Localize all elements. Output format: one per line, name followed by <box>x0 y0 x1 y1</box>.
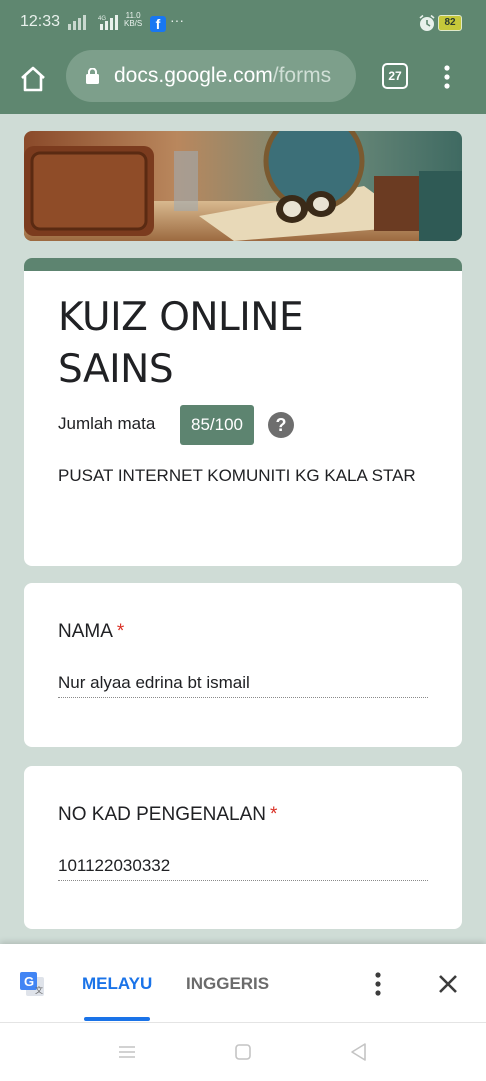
card-accent-bar <box>24 258 462 271</box>
lock-icon <box>86 68 99 84</box>
signal-4g-icon: 4G <box>98 15 118 30</box>
home-icon[interactable] <box>18 64 48 94</box>
google-translate-icon: G 文 <box>20 972 44 996</box>
form-description: PUSAT INTERNET KOMUNITI KG KALA STAR <box>58 466 416 485</box>
required-asterisk: * <box>270 804 278 825</box>
form-title-card: KUIZ ONLINE SAINS Jumlah mata 85/100 ? P… <box>24 258 462 566</box>
facebook-icon: f <box>150 16 166 32</box>
svg-text:G: G <box>24 974 34 989</box>
score-badge: 85/100 <box>180 405 254 445</box>
form-title: KUIZ ONLINE SAINS <box>58 295 304 392</box>
more-notifications-icon: ··· <box>170 12 184 28</box>
back-icon[interactable] <box>348 1041 370 1063</box>
recents-icon[interactable] <box>116 1041 138 1063</box>
status-time: 12:33 <box>20 13 61 30</box>
question-label: NAMA * <box>58 621 125 642</box>
browser-menu-icon[interactable] <box>438 62 456 92</box>
signal-icon <box>68 15 86 30</box>
system-nav-bar <box>0 1022 486 1081</box>
score-label: Jumlah mata <box>58 414 156 433</box>
tab-melayu[interactable]: MELAYU <box>82 974 152 994</box>
translate-bar: G 文 MELAYU INGGERIS <box>0 944 486 1022</box>
question-label: NO KAD PENGENALAN * <box>58 804 278 825</box>
form-header-image <box>24 131 462 241</box>
answer-field[interactable]: Nur alyaa edrina bt ismail <box>58 673 428 698</box>
help-icon[interactable]: ? <box>268 412 294 438</box>
url-text: docs.google.com/forms <box>114 64 332 87</box>
close-icon[interactable] <box>436 972 460 996</box>
battery-icon: 82 <box>438 15 462 31</box>
translate-menu-icon[interactable] <box>370 970 386 998</box>
address-bar[interactable]: docs.google.com/forms <box>66 50 356 102</box>
status-bar: 12:33 4G 11.0 KB/S f ··· 82 <box>0 0 486 48</box>
question-card-nama: NAMA * Nur alyaa edrina bt ismail <box>24 583 462 747</box>
tab-inggeris[interactable]: INGGERIS <box>186 974 269 994</box>
home-nav-icon[interactable] <box>232 1041 254 1063</box>
active-tab-indicator <box>84 1017 150 1021</box>
tab-switcher-button[interactable]: 27 <box>382 63 408 89</box>
alarm-icon <box>419 14 435 31</box>
net-speed: 11.0 KB/S <box>124 11 143 28</box>
question-card-no-kad: NO KAD PENGENALAN * 101122030332 <box>24 766 462 929</box>
browser-toolbar: docs.google.com/forms 27 <box>0 48 486 114</box>
required-asterisk: * <box>116 621 125 642</box>
answer-field[interactable]: 101122030332 <box>58 856 428 881</box>
svg-text:文: 文 <box>35 985 43 995</box>
